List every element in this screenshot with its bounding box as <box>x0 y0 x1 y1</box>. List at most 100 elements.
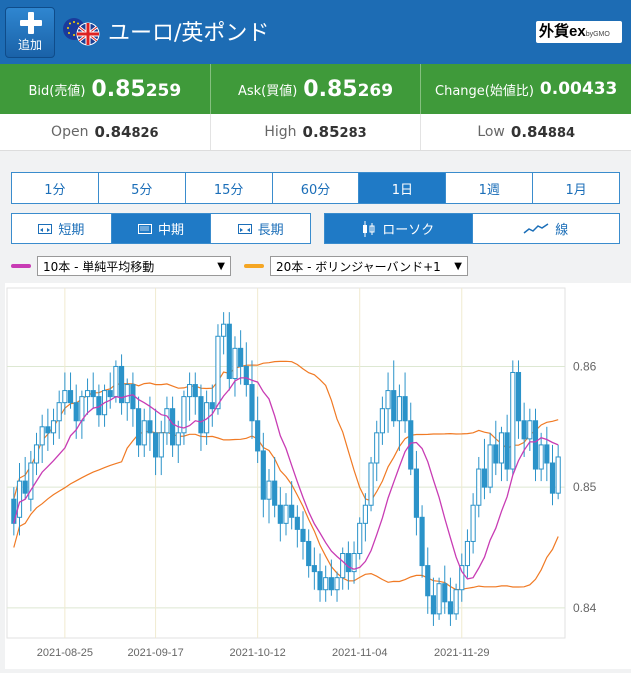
bb-select[interactable]: 20本 - ボリンジャーバンド+1 ▼ <box>270 256 468 276</box>
open-label: Open <box>51 124 89 140</box>
candle-body-up <box>527 420 533 440</box>
eur-gbp-flags-icon <box>63 18 100 46</box>
add-button[interactable]: 追加 <box>5 7 55 58</box>
change-label: Change(始値比) <box>435 83 534 99</box>
term-short[interactable]: 短期 <box>12 214 112 243</box>
candle-body-up <box>396 396 402 422</box>
candle-body-up <box>16 480 23 518</box>
high-label: High <box>264 124 297 140</box>
chart-type-line[interactable]: 線 <box>473 214 620 243</box>
candle-body-down <box>243 365 249 386</box>
term-short-label: 短期 <box>58 223 85 238</box>
candle-body-up <box>555 456 561 494</box>
candle-body-up <box>476 468 482 506</box>
plus-icon <box>20 12 42 34</box>
candle-body-up <box>175 432 181 446</box>
ma-select[interactable]: 10本 - 単純平均移動 ▼ <box>37 256 231 276</box>
low-label: Low <box>477 124 505 140</box>
change-cell: Change(始値比) 0.00433 <box>421 64 631 114</box>
period-15min[interactable]: 15分 <box>186 173 273 203</box>
quote-bar: Bid(売値) 0.85259 Ask(買値) 0.85269 Change(始… <box>0 64 631 114</box>
term-long[interactable]: 長期 <box>211 214 310 243</box>
candle-body-up <box>385 390 391 410</box>
long-term-icon <box>237 223 252 234</box>
chevron-down-icon: ▼ <box>454 260 462 272</box>
period-5min[interactable]: 5分 <box>99 173 186 203</box>
x-tick-label: 2021-11-04 <box>332 647 387 659</box>
candle-body-down <box>447 601 454 615</box>
period-1month[interactable]: 1月 <box>533 173 619 203</box>
candle-body-down <box>45 426 51 434</box>
candle-body-down <box>238 347 244 367</box>
candle-body-down <box>442 583 448 603</box>
low-value: 0.84884 <box>510 123 576 141</box>
indicator-row: 10本 - 単純平均移動 ▼ 20本 - ボリンジャーバンド+1 ▼ <box>11 256 621 276</box>
candle-body-up <box>374 432 380 464</box>
candle-body-down <box>430 595 437 615</box>
candle-body-up <box>464 540 471 567</box>
candle-body-up <box>113 365 119 398</box>
chart-type-line-label: 線 <box>555 223 569 238</box>
term-mid[interactable]: 中期 <box>111 214 212 243</box>
candle-body-down <box>425 565 431 597</box>
candle-body-up <box>221 323 227 337</box>
candle-body-down <box>544 444 550 464</box>
chart-svg[interactable]: 0.84 0.85 0.86 2021-08-25 2021-09-17 2021-10-… <box>5 283 631 669</box>
period-1min[interactable]: 1分 <box>12 173 99 203</box>
candle-body-down <box>73 402 79 422</box>
ma-select-value: 10本 - 単純平均移動 <box>43 259 155 274</box>
candle-body-up <box>33 444 40 464</box>
candle-body-down <box>170 408 176 446</box>
logo-sub: byGMO <box>585 31 610 38</box>
candle-body-up <box>215 335 221 410</box>
short-term-icon <box>38 223 53 234</box>
candle-body-up <box>164 408 170 434</box>
bid-value: 0.85259 <box>91 76 182 102</box>
bb-select-value: 20本 - ボリンジャーバンド+1 <box>276 259 441 274</box>
candle-body-up <box>323 577 329 591</box>
candle-body-down <box>532 420 539 470</box>
candle-body-up <box>28 462 34 500</box>
brand-logo[interactable]: 外貨exbyGMO <box>536 21 622 43</box>
change-value: 0.00433 <box>539 79 618 99</box>
open-value: 0.84826 <box>94 123 159 141</box>
candle-body-up <box>79 396 85 422</box>
candle-body-up <box>498 432 505 464</box>
ask-cell: Ask(買値) 0.85269 <box>211 64 422 114</box>
candle-body-down <box>504 432 510 470</box>
price-chart[interactable]: 0.84 0.85 0.86 2021-08-25 2021-09-17 2021-10-… <box>5 283 631 669</box>
candle-body-down <box>255 420 261 452</box>
x-tick-label: 2021-10-12 <box>230 647 286 659</box>
candle-body-down <box>272 480 278 506</box>
candle-body-down <box>260 450 266 500</box>
candle-body-down <box>413 468 419 518</box>
mid-term-icon <box>138 223 152 234</box>
term-long-label: 長期 <box>257 223 284 238</box>
open-cell: Open 0.84826 <box>0 114 211 150</box>
candle-body-down <box>192 384 198 398</box>
candle-body-up <box>379 408 385 434</box>
chart-type-tabs: ローソク 線 <box>324 213 620 244</box>
candle-body-down <box>306 540 312 567</box>
candle-body-up <box>84 390 91 398</box>
ask-value: 0.85269 <box>303 76 394 102</box>
candle-body-down <box>311 565 317 573</box>
pair-name: ユーロ/英ポンド <box>108 21 270 46</box>
candle-body-down <box>391 390 397 422</box>
chart-type-candle[interactable]: ローソク <box>325 214 473 243</box>
candle-body-down <box>515 371 522 422</box>
candle-body-down <box>402 396 408 422</box>
candle-body-down <box>135 408 142 446</box>
add-button-label: 追加 <box>17 38 42 52</box>
high-value: 0.85283 <box>302 123 367 141</box>
candlestick-icon <box>363 220 375 237</box>
period-1week[interactable]: 1週 <box>446 173 534 203</box>
period-60min[interactable]: 60分 <box>273 173 360 203</box>
candle-body-up <box>368 462 374 506</box>
candle-body-up <box>158 432 164 458</box>
candle-body-down <box>328 577 334 591</box>
period-1day[interactable]: 1日 <box>359 173 447 203</box>
candle-body-down <box>277 504 283 524</box>
bid-label: Bid(売値) <box>28 83 86 99</box>
candle-body-up <box>362 504 368 524</box>
